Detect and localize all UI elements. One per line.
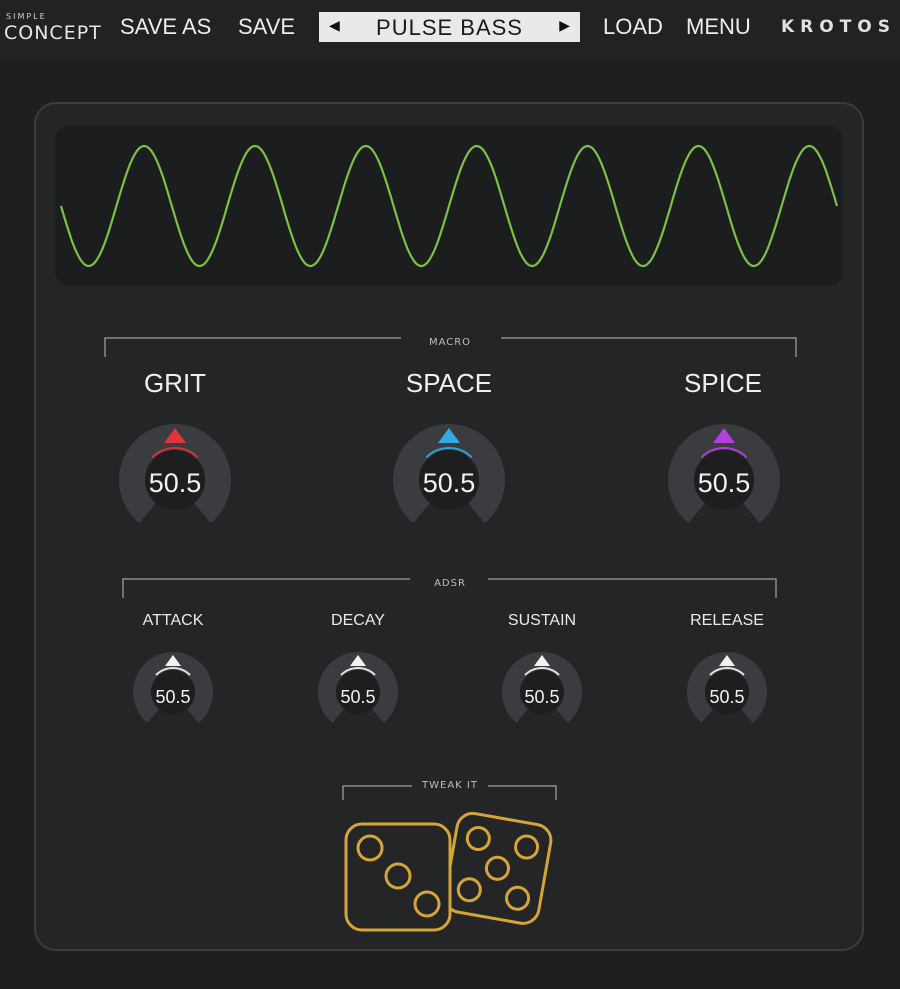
- macro-section-label: MACRO: [428, 337, 472, 348]
- sustain-knob[interactable]: 50.5: [487, 642, 597, 734]
- save-button[interactable]: SAVE: [238, 14, 295, 40]
- adsr-section-label: ADSR: [434, 578, 466, 589]
- attack-label: ATTACK: [142, 612, 204, 629]
- dice-icon: [344, 811, 553, 932]
- logo-big-text: CONCEPT: [4, 22, 102, 44]
- grit-value: 50.5: [148, 468, 202, 498]
- decay-label: DECAY: [331, 612, 385, 629]
- space-label: SPACE: [405, 368, 493, 398]
- krotos-brand: KROTOS: [780, 17, 896, 37]
- tweak-it-button[interactable]: [336, 800, 566, 940]
- grit-knob[interactable]: 50.5: [100, 410, 250, 540]
- release-value: 50.5: [709, 687, 745, 707]
- decay-knob[interactable]: 50.5: [303, 642, 413, 734]
- next-preset-icon[interactable]: ▶: [559, 18, 570, 34]
- release-label: RELEASE: [690, 612, 764, 629]
- waveform-display: [55, 126, 843, 286]
- spice-value: 50.5: [697, 468, 751, 498]
- space-knob[interactable]: 50.5: [374, 410, 524, 540]
- sustain-value: 50.5: [524, 687, 560, 707]
- prev-preset-icon[interactable]: ◀: [329, 18, 340, 34]
- save-as-button[interactable]: SAVE AS: [120, 14, 211, 40]
- attack-value: 50.5: [155, 687, 191, 707]
- waveform-icon: [59, 144, 839, 268]
- release-knob[interactable]: 50.5: [672, 642, 782, 734]
- preset-selector[interactable]: ◀ PULSE BASS ▶: [319, 12, 580, 42]
- load-button[interactable]: LOAD: [603, 14, 663, 40]
- space-value: 50.5: [422, 468, 476, 498]
- grit-label: GRIT: [143, 368, 207, 398]
- tweak-section-label: TWEAK IT: [422, 780, 478, 791]
- logo-small-text: SIMPLE: [6, 12, 47, 21]
- sustain-label: SUSTAIN: [507, 612, 577, 629]
- menu-button[interactable]: MENU: [686, 14, 751, 40]
- attack-knob[interactable]: 50.5: [118, 642, 228, 734]
- spice-knob[interactable]: 50.5: [649, 410, 799, 540]
- top-bar: SIMPLE CONCEPT SAVE AS SAVE ◀ PULSE BASS…: [0, 0, 900, 60]
- spice-label: SPICE: [683, 368, 763, 398]
- decay-value: 50.5: [340, 687, 376, 707]
- simple-concept-logo: SIMPLE CONCEPT: [4, 12, 104, 48]
- preset-name: PULSE BASS: [376, 15, 523, 40]
